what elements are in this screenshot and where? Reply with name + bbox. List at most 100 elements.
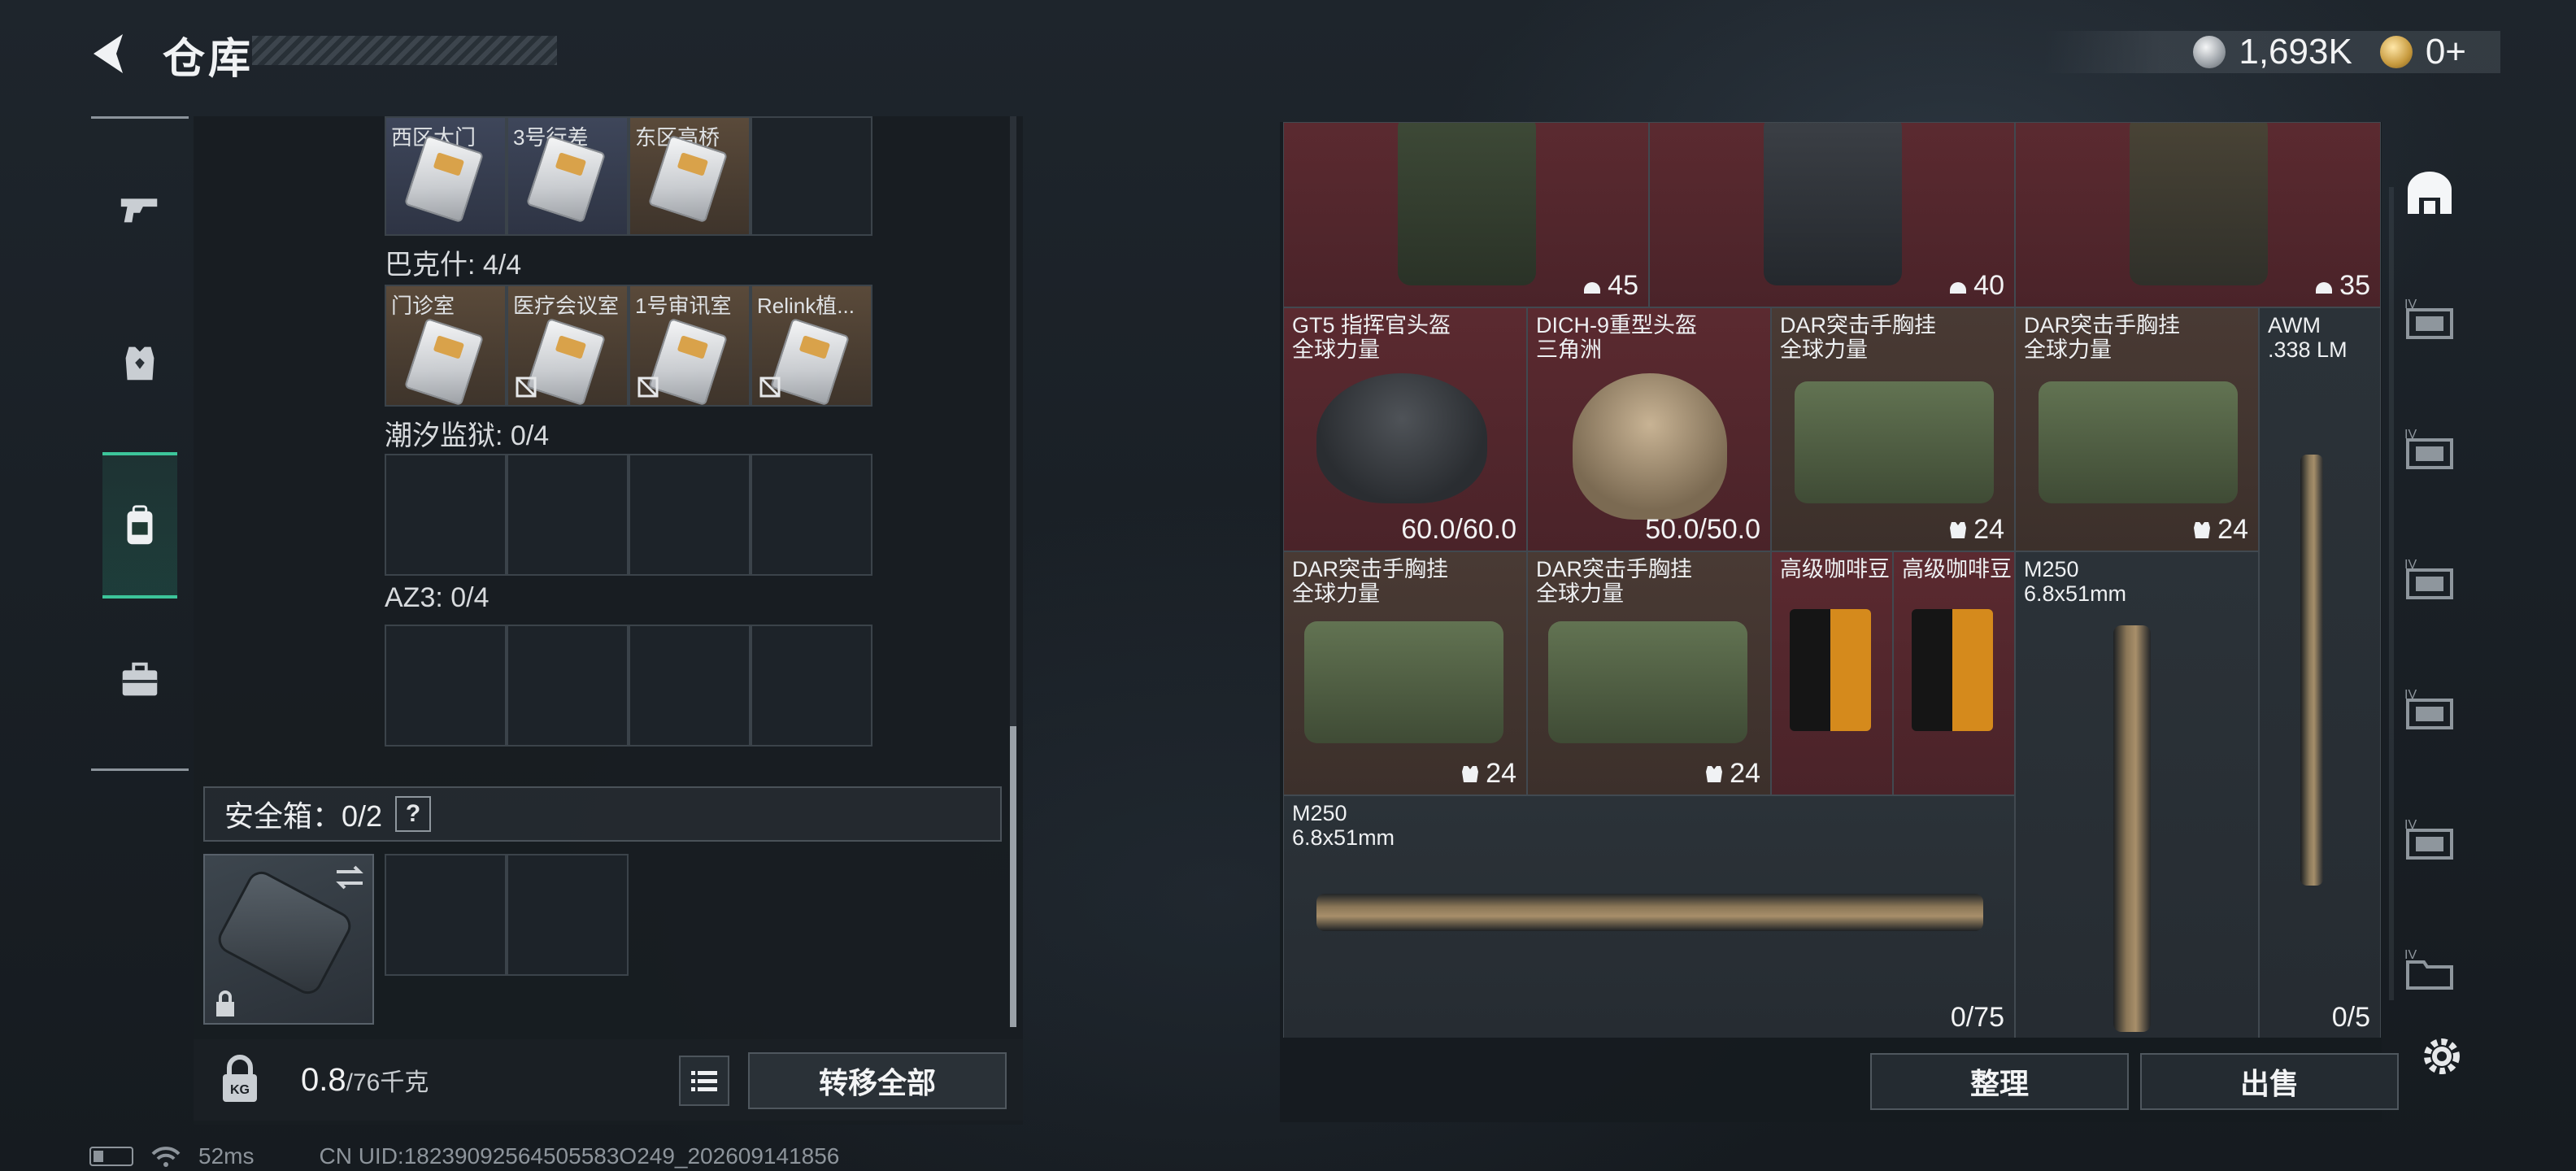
helmet-icon <box>1950 281 1967 294</box>
silver-amount: 1,693K <box>2239 32 2352 72</box>
tab-storage-iv-5[interactable]: IV <box>2397 805 2462 870</box>
page-title: 仓库 <box>163 36 255 83</box>
safe-slots <box>385 854 629 976</box>
safe-box-item[interactable] <box>203 854 374 1025</box>
gold-coin-icon <box>2379 36 2413 68</box>
key-card[interactable]: Relink植... <box>751 285 872 407</box>
key-row-1: 西区大门 3号行差 东区高桥 <box>385 116 872 236</box>
key-slot-empty[interactable] <box>751 454 872 576</box>
list-icon <box>691 1071 717 1091</box>
section-label-az3: AZ3: 0/4 <box>385 582 490 613</box>
safe-slot-empty[interactable] <box>507 854 629 976</box>
armor-icon <box>125 346 154 381</box>
safe-box-label: 安全箱：0/2 <box>224 799 383 833</box>
machine-gun-image <box>1316 894 1983 931</box>
key-card[interactable]: 1号审讯室 <box>629 285 751 407</box>
wifi-icon <box>151 1147 181 1167</box>
back-arrow-icon <box>94 34 123 73</box>
storage-scrollbar[interactable] <box>1010 116 1016 1027</box>
item-cell-vest[interactable]: DAR突击手胸挂 全球力量 24 <box>1771 307 2015 551</box>
safe-slot-empty[interactable] <box>385 854 507 976</box>
key-slot-empty[interactable] <box>385 625 507 747</box>
key-card[interactable]: 3号行差 <box>507 116 629 236</box>
key-slot-empty[interactable] <box>629 454 751 576</box>
key-slot-empty[interactable] <box>629 625 751 747</box>
item-cell-vest[interactable]: DAR突击手胸挂 全球力量 24 <box>1527 551 1771 795</box>
item-cell[interactable]: 35 <box>2015 122 2381 307</box>
section-label-bakesh: 巴克什: 4/4 <box>385 250 522 281</box>
swap-icon <box>336 865 363 890</box>
helmet-icon <box>2316 281 2333 294</box>
tab-storage-iv-6[interactable]: IV <box>2397 935 2462 1000</box>
user-uid: CN UID:18239092564505583O249_20260914185… <box>319 1143 840 1169</box>
item-capacity: 24 <box>1947 514 2004 546</box>
helmet-icon <box>1584 281 1601 294</box>
item-value: 45 <box>1582 270 1638 302</box>
key-card[interactable]: 医疗会议室 <box>507 285 629 407</box>
sort-button[interactable]: 整理 <box>1870 1053 2129 1110</box>
rifle-image <box>2300 455 2323 886</box>
tab-storage-iv-3[interactable]: IV <box>2397 545 2462 610</box>
backpack-icon <box>127 505 153 545</box>
key-slot-empty[interactable] <box>751 116 872 236</box>
sell-button[interactable]: 出售 <box>2140 1053 2399 1110</box>
house-icon <box>2408 172 2452 214</box>
storage-box-icon: IV <box>2404 428 2453 469</box>
nav-backpack[interactable] <box>102 452 177 599</box>
item-cell-awm[interactable]: AWM .338 LM 0/5 <box>2259 307 2381 1038</box>
item-capacity: 24 <box>2191 514 2248 546</box>
battery-icon <box>89 1147 133 1166</box>
item-cell-coffee[interactable]: 高级咖啡豆 <box>1771 551 1893 795</box>
nav-armor[interactable] <box>102 289 177 436</box>
tab-storage-iv-2[interactable]: IV <box>2397 415 2462 480</box>
inventory-scrollbar[interactable] <box>2389 187 2394 1000</box>
key-row-az3 <box>385 625 872 747</box>
coffee-bag-image <box>1790 609 1871 731</box>
key-card[interactable]: 东区高桥 <box>629 116 751 236</box>
key-slot-empty[interactable] <box>751 625 872 747</box>
weight-max: /76千克 <box>346 1069 429 1096</box>
tab-storage-iv-4[interactable]: IV <box>2397 675 2462 740</box>
key-card[interactable]: 门诊室 <box>385 285 507 407</box>
weight-current: 0.8 <box>301 1061 346 1098</box>
nav-toolbox[interactable] <box>102 607 177 753</box>
help-button[interactable]: ? <box>395 796 432 832</box>
item-cell-m250-vertical[interactable]: M250 6.8x51mm <box>2015 551 2259 1038</box>
svg-text:IV: IV <box>2404 948 2417 962</box>
item-cell-coffee[interactable]: 高级咖啡豆 <box>1893 551 2015 795</box>
weight-icon: KG <box>223 1055 257 1102</box>
item-cell-vest[interactable]: DAR突击手胸挂 全球力量 24 <box>1283 551 1527 795</box>
key-slot-empty[interactable] <box>507 625 629 747</box>
key-slot-empty[interactable] <box>507 454 629 576</box>
weight-bar: KG 0.8/76千克 转移全部 <box>194 1039 1023 1121</box>
status-bar: 52ms CN UID:18239092564505583O249_202609… <box>89 1142 839 1171</box>
toolbox-icon <box>122 662 158 696</box>
list-view-button[interactable] <box>679 1056 729 1106</box>
item-cell-helmet[interactable]: GT5 指挥官头盔 全球力量 60.0/60.0 <box>1283 307 1527 551</box>
storage-box-icon: IV <box>2404 558 2453 599</box>
key-slot-empty[interactable] <box>385 454 507 576</box>
back-button[interactable] <box>85 29 134 78</box>
item-cell[interactable]: 45 <box>1283 122 1649 307</box>
item-ammo: 0/75 <box>1950 1002 2004 1033</box>
settings-gear-icon[interactable] <box>2417 1031 2467 1082</box>
item-cell[interactable]: 40 <box>1649 122 2015 307</box>
no-drop-icon <box>637 377 659 398</box>
item-cell-helmet[interactable]: DICH-9重型头盔 三角洲 50.0/50.0 <box>1527 307 1771 551</box>
item-value: 40 <box>1947 270 2004 302</box>
nav-weapons[interactable] <box>102 135 177 281</box>
key-card[interactable]: 西区大门 <box>385 116 507 236</box>
vest-icon <box>2194 521 2211 538</box>
vest-image <box>2130 123 2268 285</box>
key-row-bakesh: 门诊室 医疗会议室 1号审讯室 Relink植... <box>385 285 872 407</box>
item-cell-m250-horizontal[interactable]: M250 6.8x51mm 0/75 <box>1283 795 2015 1038</box>
item-cell-vest[interactable]: DAR突击手胸挂 全球力量 24 <box>2015 307 2259 551</box>
tab-house[interactable] <box>2397 161 2462 226</box>
transfer-all-button[interactable]: 转移全部 <box>748 1052 1007 1109</box>
title-decoration <box>252 36 557 65</box>
keycard-icon <box>769 317 851 405</box>
tab-storage-iv-1[interactable]: IV <box>2397 285 2462 350</box>
vest-image <box>2039 381 2238 503</box>
item-capacity: 24 <box>1704 758 1760 790</box>
silver-coin-icon <box>2193 36 2226 68</box>
